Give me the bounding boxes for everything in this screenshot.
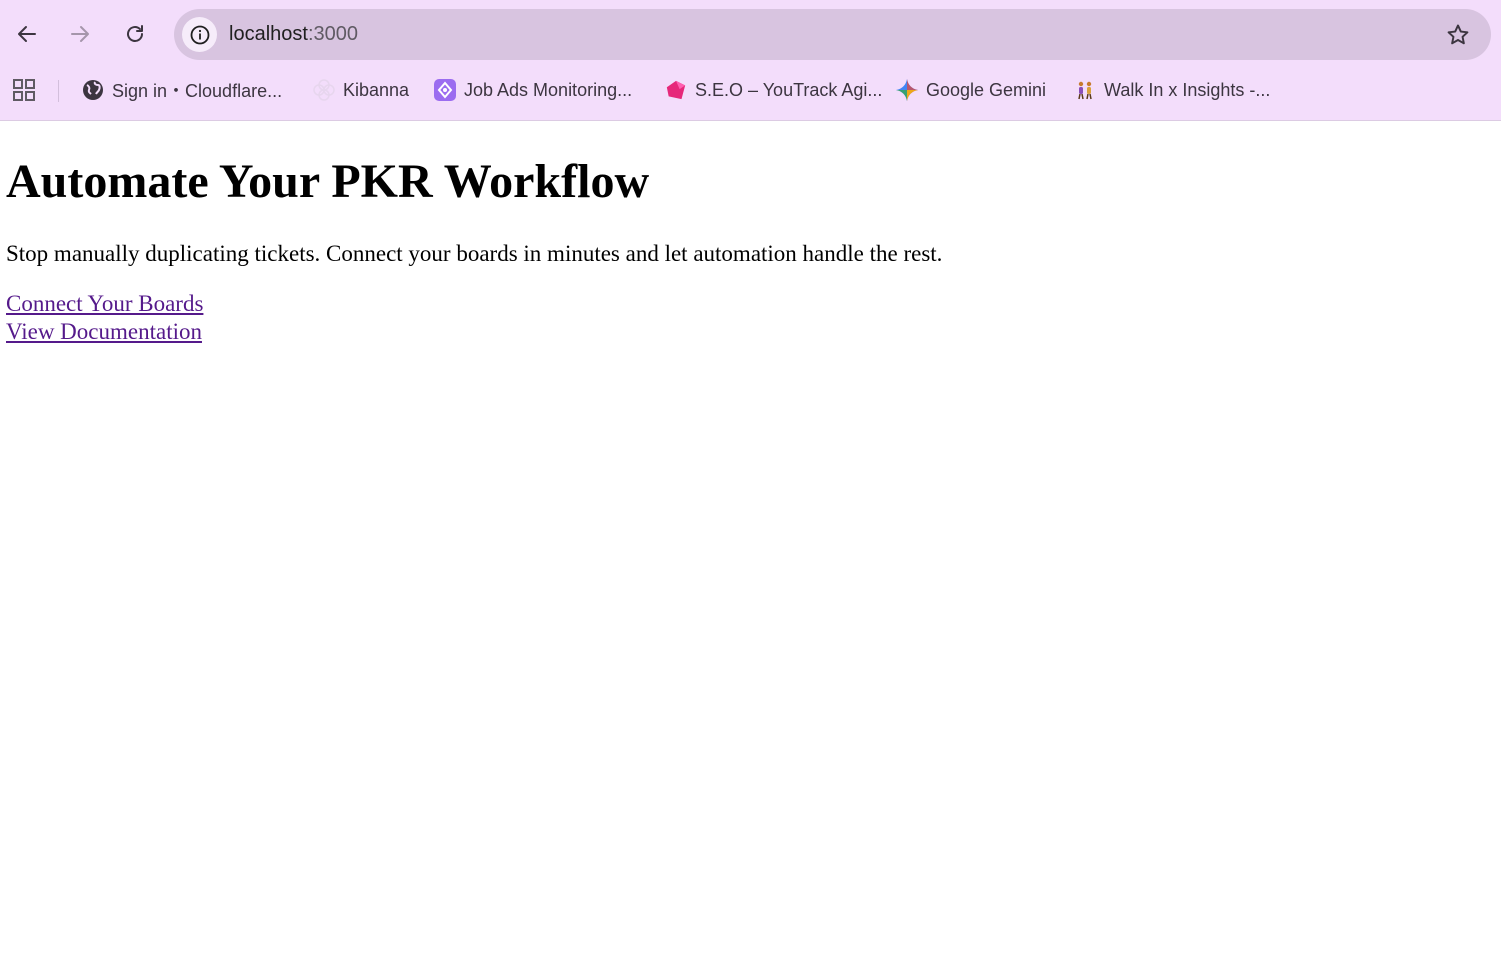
people-walking-icon — [1074, 79, 1096, 101]
back-arrow-icon — [18, 26, 36, 42]
site-info-button[interactable] — [182, 17, 217, 52]
bookmark-label: Job Ads Monitoring... — [464, 79, 633, 100]
forward-button[interactable] — [62, 16, 98, 52]
gemini-sparkle-icon — [896, 79, 918, 101]
url-host: localhost — [229, 23, 308, 45]
bookmark-job-ads[interactable]: Job Ads Monitoring... — [434, 74, 632, 106]
reload-button[interactable] — [117, 16, 153, 52]
gear-badge-icon — [434, 79, 456, 101]
info-icon — [190, 25, 209, 44]
page-title: Automate Your PKR Workflow — [6, 155, 650, 208]
youtrack-icon — [665, 79, 687, 101]
reload-icon — [127, 25, 143, 42]
bookmark-label: Sign in・Cloudflare... — [112, 81, 283, 101]
apps-grid-icon[interactable] — [12, 78, 36, 102]
globe-icon — [82, 79, 104, 101]
bookmark-cloudflare[interactable]: Sign in・Cloudflare... — [82, 74, 282, 106]
bookmark-youtrack[interactable]: S.E.O – YouTrack Agi... — [665, 74, 882, 106]
bookmark-label: Google Gemini — [926, 79, 1047, 100]
url-text[interactable]: localhost:3000 — [229, 22, 358, 47]
bookmark-kibanna[interactable]: Kibanna — [313, 74, 409, 106]
view-documentation-link[interactable]: View Documentation — [6, 318, 203, 346]
address-bar[interactable]: localhost:3000 — [174, 9, 1491, 60]
bookmark-gemini[interactable]: Google Gemini — [896, 74, 1046, 106]
page-description: Stop manually duplicating tickets. Conne… — [6, 241, 943, 266]
bookmark-label: Walk In x Insights -... — [1104, 79, 1271, 100]
page-links: Connect Your Boards View Documentation — [6, 290, 203, 346]
browser-toolbar: localhost:3000 — [0, 0, 1501, 68]
bookmark-walk-in[interactable]: Walk In x Insights -... — [1074, 74, 1270, 106]
bookmark-label: S.E.O – YouTrack Agi... — [695, 79, 883, 100]
bookmarks-bar: Sign in・Cloudflare... Kibanna Job Ads Mo… — [0, 68, 1501, 112]
forward-arrow-icon — [71, 26, 89, 42]
connect-boards-link[interactable]: Connect Your Boards — [6, 290, 203, 318]
browser-chrome: localhost:3000 Sign in・Cloudflare... Kib… — [0, 0, 1501, 121]
flower-icon — [313, 79, 335, 101]
bookmark-star-icon[interactable] — [1445, 22, 1471, 48]
bookmark-label: Kibanna — [343, 79, 410, 100]
bookmarks-separator — [58, 80, 59, 102]
back-button[interactable] — [9, 16, 45, 52]
url-port: :3000 — [307, 23, 358, 45]
